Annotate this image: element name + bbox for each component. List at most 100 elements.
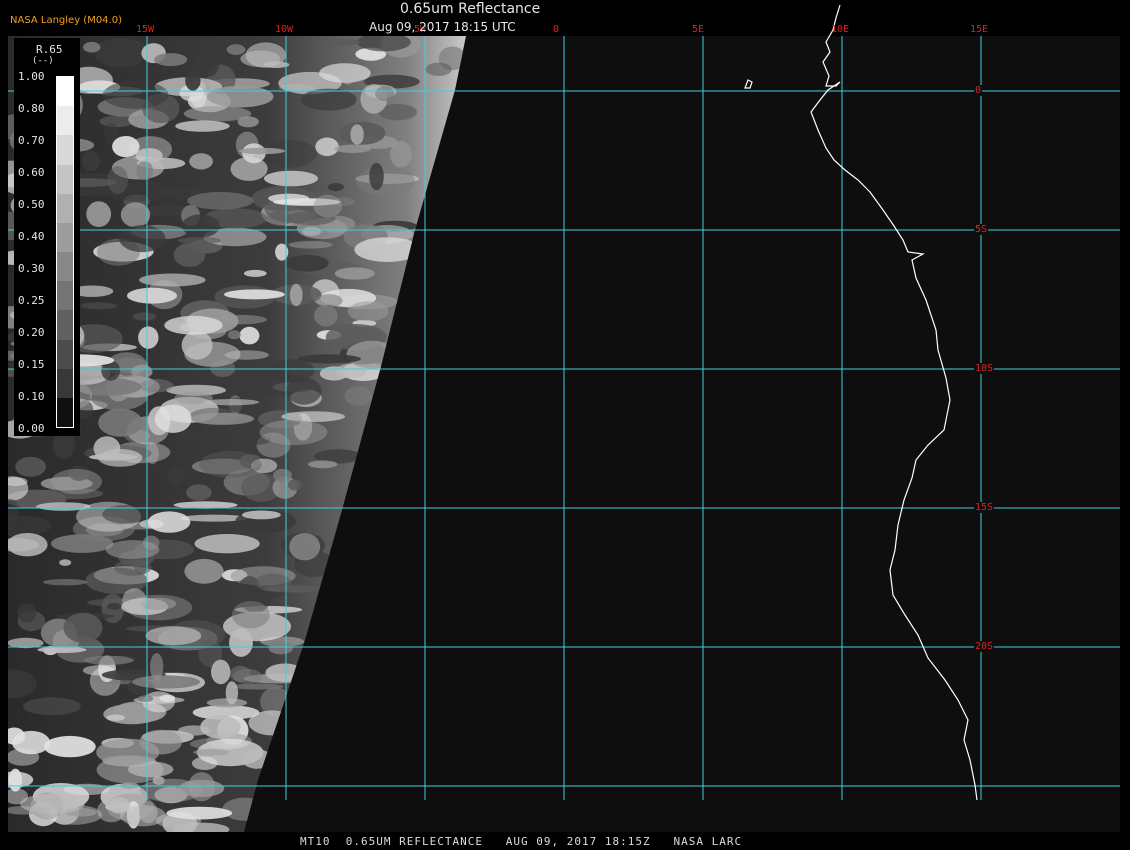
cloud-patch (93, 436, 121, 461)
cloud-patch (147, 511, 191, 533)
colorbar-segment (57, 310, 73, 340)
footer-caption: MT10 0.65UM REFLECTANCE AUG 09, 2017 18:… (300, 835, 743, 848)
cloud-patch (241, 749, 273, 769)
cloud-patch (166, 806, 233, 820)
cloud-patch (344, 386, 372, 406)
cloud-patch (227, 330, 241, 340)
colorbar-tick-label: 0.60 (18, 166, 45, 179)
cloud-patch (346, 340, 398, 369)
cloud-patch (119, 225, 166, 253)
cloud-patch (63, 612, 103, 643)
colorbar-segment (57, 368, 73, 399)
colorbar-segment (57, 106, 73, 136)
longitude-label: 10W (275, 24, 294, 35)
colorbar-segment (57, 222, 73, 253)
cloud-patch (322, 38, 362, 46)
cloud-patch (120, 202, 151, 228)
cloud-patch (341, 68, 355, 85)
cloud-patch (164, 315, 223, 335)
image-datetime: Aug 09, 2017 18:15 UTC (369, 20, 516, 34)
cloud-patch (185, 70, 201, 91)
cloud-patch (199, 450, 262, 478)
cloud-patch (265, 663, 305, 682)
cloud-patch (286, 377, 322, 405)
cloud-patch (139, 778, 203, 803)
longitude-label: 5E (692, 24, 705, 35)
cloud-patch (183, 106, 252, 122)
cloud-patch (224, 289, 285, 300)
cloud-patch (194, 534, 260, 554)
cloud-patch (37, 646, 87, 653)
longitude-label: 15W (136, 24, 155, 35)
cloud-patch (98, 408, 143, 437)
cloud-patch (145, 626, 202, 646)
colorbar-segment (57, 339, 73, 370)
cloud-patch (139, 273, 206, 287)
cloud-patch (232, 668, 263, 684)
colorbar-segment (57, 397, 73, 428)
cloud-patch (175, 429, 231, 445)
cloud-patch (15, 456, 46, 477)
cloud-patch (96, 738, 160, 766)
cloud-patch (132, 675, 201, 689)
cloud-patch (80, 302, 118, 310)
cloud-patch (241, 510, 281, 520)
cloud-patch (150, 653, 164, 681)
cloud-patch (8, 498, 19, 521)
latitude-label: 5S (974, 224, 989, 235)
coastline (810, 4, 978, 801)
colorbar-unit: (--) (32, 56, 54, 66)
cloud-patch (375, 86, 395, 102)
image-title: 0.65um Reflectance (400, 1, 541, 17)
cloud-patch (51, 468, 102, 495)
cloud-patch (211, 659, 231, 685)
cloud-patch (83, 41, 101, 53)
cloud-patch (137, 695, 154, 702)
colorbar-tick-label: 0.25 (18, 294, 45, 307)
cloud-patch (307, 460, 338, 469)
satellite-viewer: 15W 10W 5W 0 5E 10E 15E 0 5S 10S 15S 20S NASA Lang… (0, 0, 1130, 850)
cloud-patch (181, 330, 213, 360)
cloud-patch (231, 683, 284, 690)
cloud-patch (354, 237, 421, 262)
island-bioko (744, 79, 753, 89)
cloud-patch (202, 591, 233, 607)
cloud-patch (369, 162, 384, 191)
cloud-patch (23, 697, 81, 716)
cloud-patch (315, 137, 339, 157)
colorbar-tick-label: 0.70 (18, 134, 45, 147)
cloud-patch (138, 326, 159, 349)
cloud-patch (390, 141, 412, 168)
cloud-patch (168, 468, 184, 486)
cloud-patch (268, 641, 294, 655)
cloud-patch (107, 602, 122, 610)
cloud-patch (288, 240, 333, 249)
colorbar-tick-label: 0.15 (18, 358, 45, 371)
cloud-patch (175, 120, 230, 132)
cloud-patch (202, 399, 259, 406)
cloud-patch (302, 226, 322, 236)
cloud-patch (122, 588, 147, 613)
cloud-patch (134, 559, 148, 575)
cloud-patch (17, 603, 37, 623)
cloud-patch (81, 150, 101, 172)
cloud-patch (8, 533, 48, 557)
colorbar-segment (57, 193, 73, 224)
cloud-patch (8, 768, 23, 792)
longitude-label: 10E (831, 24, 850, 35)
cloud-patch (243, 269, 267, 277)
cloud-patch (224, 350, 269, 360)
colorbar-variable: R.65 (36, 43, 63, 56)
colorbar-tick-label: 0.40 (18, 230, 45, 243)
cloud-patch (425, 62, 452, 76)
cloud-patch (154, 53, 188, 67)
cloud-patch (297, 354, 361, 364)
colorbar-tick-label: 0.80 (18, 102, 45, 115)
colorbar-segment (57, 135, 73, 165)
cloud-patch (83, 655, 134, 665)
colorbar-segment (57, 252, 73, 282)
cloud-patch (263, 61, 290, 68)
cloud-patch (86, 201, 112, 228)
latitude-label: 0 (974, 85, 983, 96)
cloud-patch (259, 419, 328, 446)
